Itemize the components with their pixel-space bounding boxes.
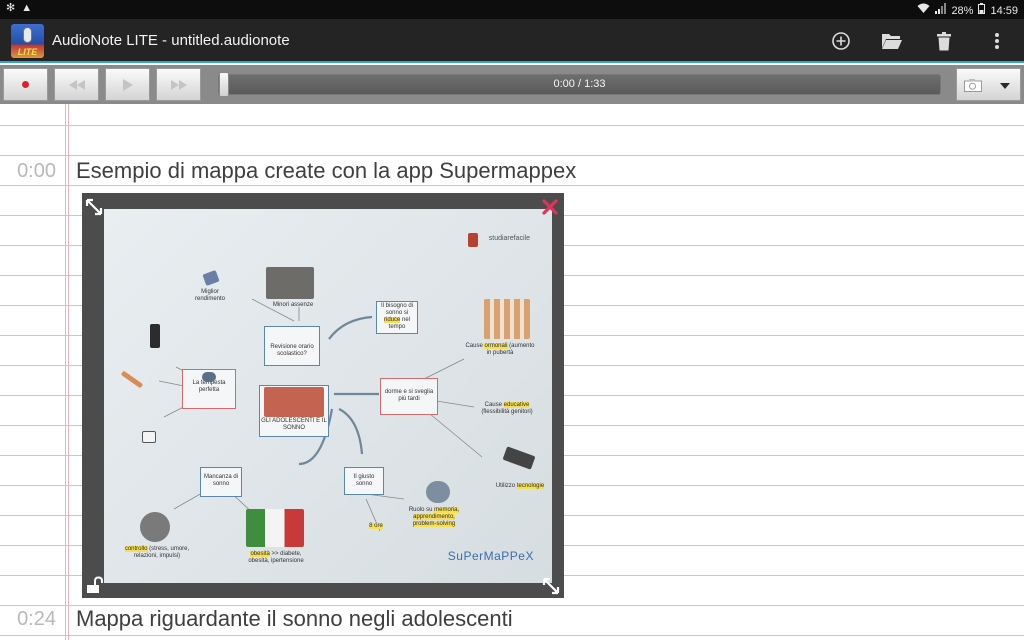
- battery-percent: 28%: [951, 4, 974, 17]
- label-minori: Minori assenze: [272, 302, 314, 308]
- cloud-image: [202, 372, 216, 382]
- expand-button[interactable]: [85, 198, 103, 221]
- battery-icon: [978, 3, 986, 18]
- wifi-icon: [917, 3, 930, 18]
- playback-toolbar: 0:00 / 1:33: [0, 65, 1024, 104]
- mind-map-photo: studiarefacile Minori assenze Miglior re…: [104, 209, 552, 583]
- node-bisogno-text: Il bisogno di sonno si: [380, 303, 414, 316]
- node-revisione: Revisione orario scolastico?: [264, 326, 320, 366]
- play-icon: [122, 78, 133, 91]
- clock: 14:59: [990, 4, 1018, 17]
- timestamp[interactable]: 0:24: [0, 608, 56, 631]
- signal-icon: [935, 3, 947, 18]
- rewind-icon: [68, 79, 85, 90]
- dropdown-arrow-icon: [1000, 83, 1010, 89]
- app-bar: LITE AudioNote LITE - untitled.audionote: [0, 19, 1024, 63]
- expand-icon: [85, 198, 103, 216]
- margin-line: [65, 104, 66, 640]
- note-text[interactable]: Mappa riguardante il sonno negli adolesc…: [76, 606, 513, 632]
- record-icon: [22, 81, 29, 88]
- label-cause2-text-end: (flessibilità genitori): [481, 409, 533, 415]
- hormones-image: [484, 299, 530, 339]
- node-dorme: dorme e si sveglia più tardi: [380, 378, 438, 415]
- close-photo-button[interactable]: [541, 198, 559, 221]
- lock-button[interactable]: [85, 576, 103, 598]
- brand-supermappex: SuPerMaPPeX: [447, 549, 534, 563]
- label-cause2-text: Cause: [484, 402, 504, 408]
- label-cause-educative: Cause educative (flessibilità genitori): [474, 402, 540, 416]
- label-cause-ormonali: Cause ormonali (aumento in pubertà: [464, 343, 536, 357]
- time-label: 0:00 / 1:33: [553, 78, 606, 90]
- stressed-face-image: [140, 512, 170, 542]
- delete-button[interactable]: [932, 29, 956, 53]
- label-ruolo-text: Ruolo su: [408, 507, 435, 513]
- brand-logo: [468, 233, 478, 247]
- label-utilizzo-text: Utilizzo: [495, 483, 517, 489]
- lock-open-icon: [87, 576, 103, 593]
- node-bisogno: Il bisogno di sonno si riduce nel tempo: [376, 301, 418, 334]
- node-bisogno-highlight: riduce: [383, 317, 401, 323]
- app-title: AudioNote LITE - untitled.audionote: [52, 32, 290, 49]
- node-center-text: GLI ADOLESCENTI E IL SONNO: [261, 418, 327, 431]
- phone-image: [150, 324, 160, 348]
- gear-icon: ✻: [6, 2, 16, 14]
- brain-image: [426, 481, 450, 503]
- status-bar: ✻ ▲ 28% 14:59: [0, 0, 1024, 19]
- label-ruolo: Ruolo su memoria, apprendimento, problem…: [404, 507, 464, 528]
- timestamp[interactable]: 0:00: [0, 160, 56, 183]
- add-circle-icon: [832, 32, 850, 50]
- open-button[interactable]: [880, 29, 904, 53]
- label-obesita-highlight: obesità: [250, 551, 270, 557]
- label-cause1-text: Cause: [465, 343, 485, 349]
- logo-text: LITE: [17, 47, 38, 57]
- fast-forward-icon: [170, 79, 187, 90]
- label-controllo-highlight: controllo: [124, 546, 148, 552]
- margin-line: [68, 104, 69, 640]
- fast-forward-button[interactable]: [156, 68, 201, 101]
- resize-icon: [542, 577, 560, 595]
- trash-icon: [937, 31, 951, 50]
- seek-bar[interactable]: 0:00 / 1:33: [218, 72, 941, 97]
- node-mancanza: Mancanza di sonno: [200, 467, 242, 497]
- coffee-image: [142, 431, 156, 443]
- label-ore: 8 ore: [366, 523, 386, 530]
- folder-open-icon: [882, 34, 902, 49]
- overflow-menu-button[interactable]: [985, 29, 1009, 53]
- node-center: GLI ADOLESCENTI E IL SONNO: [259, 385, 329, 437]
- resize-button[interactable]: [542, 577, 560, 598]
- camera-icon: [964, 79, 982, 92]
- note-text[interactable]: Esempio di mappa create con la app Super…: [76, 158, 576, 184]
- microphone-icon: [23, 27, 32, 43]
- app-logo: LITE: [11, 24, 44, 58]
- classroom-image: [266, 267, 314, 299]
- record-button[interactable]: [3, 68, 48, 101]
- camera-menu-button[interactable]: [956, 68, 1021, 101]
- label-cause2-highlight: educative: [503, 402, 530, 408]
- rewind-button[interactable]: [54, 68, 99, 101]
- teen-image: [264, 387, 324, 417]
- label-cause1-highlight: ormonali: [484, 343, 508, 349]
- warning-icon: ▲: [21, 2, 33, 14]
- label-utilizzo: Utilizzo tecnologie: [490, 483, 550, 490]
- label-controllo: controllo (stress, umore, relazioni, imp…: [118, 546, 196, 560]
- label-miglior: Miglior rendimento: [194, 289, 226, 302]
- brand-studiarefacile: studiarefacile: [488, 235, 530, 242]
- label-utilizzo-highlight: tecnologie: [516, 483, 545, 489]
- label-obesita: obesità >> diabete, obesità, ipertension…: [240, 551, 312, 565]
- add-button[interactable]: [829, 29, 853, 53]
- overflow-menu-icon: [995, 33, 999, 49]
- flag-image: [246, 509, 304, 547]
- node-giusto: Il giusto sonno: [344, 467, 384, 495]
- attached-photo[interactable]: studiarefacile Minori assenze Miglior re…: [82, 193, 564, 598]
- close-icon: [542, 199, 558, 215]
- label-ore-highlight: 8 ore: [369, 523, 383, 529]
- play-button[interactable]: [105, 68, 150, 101]
